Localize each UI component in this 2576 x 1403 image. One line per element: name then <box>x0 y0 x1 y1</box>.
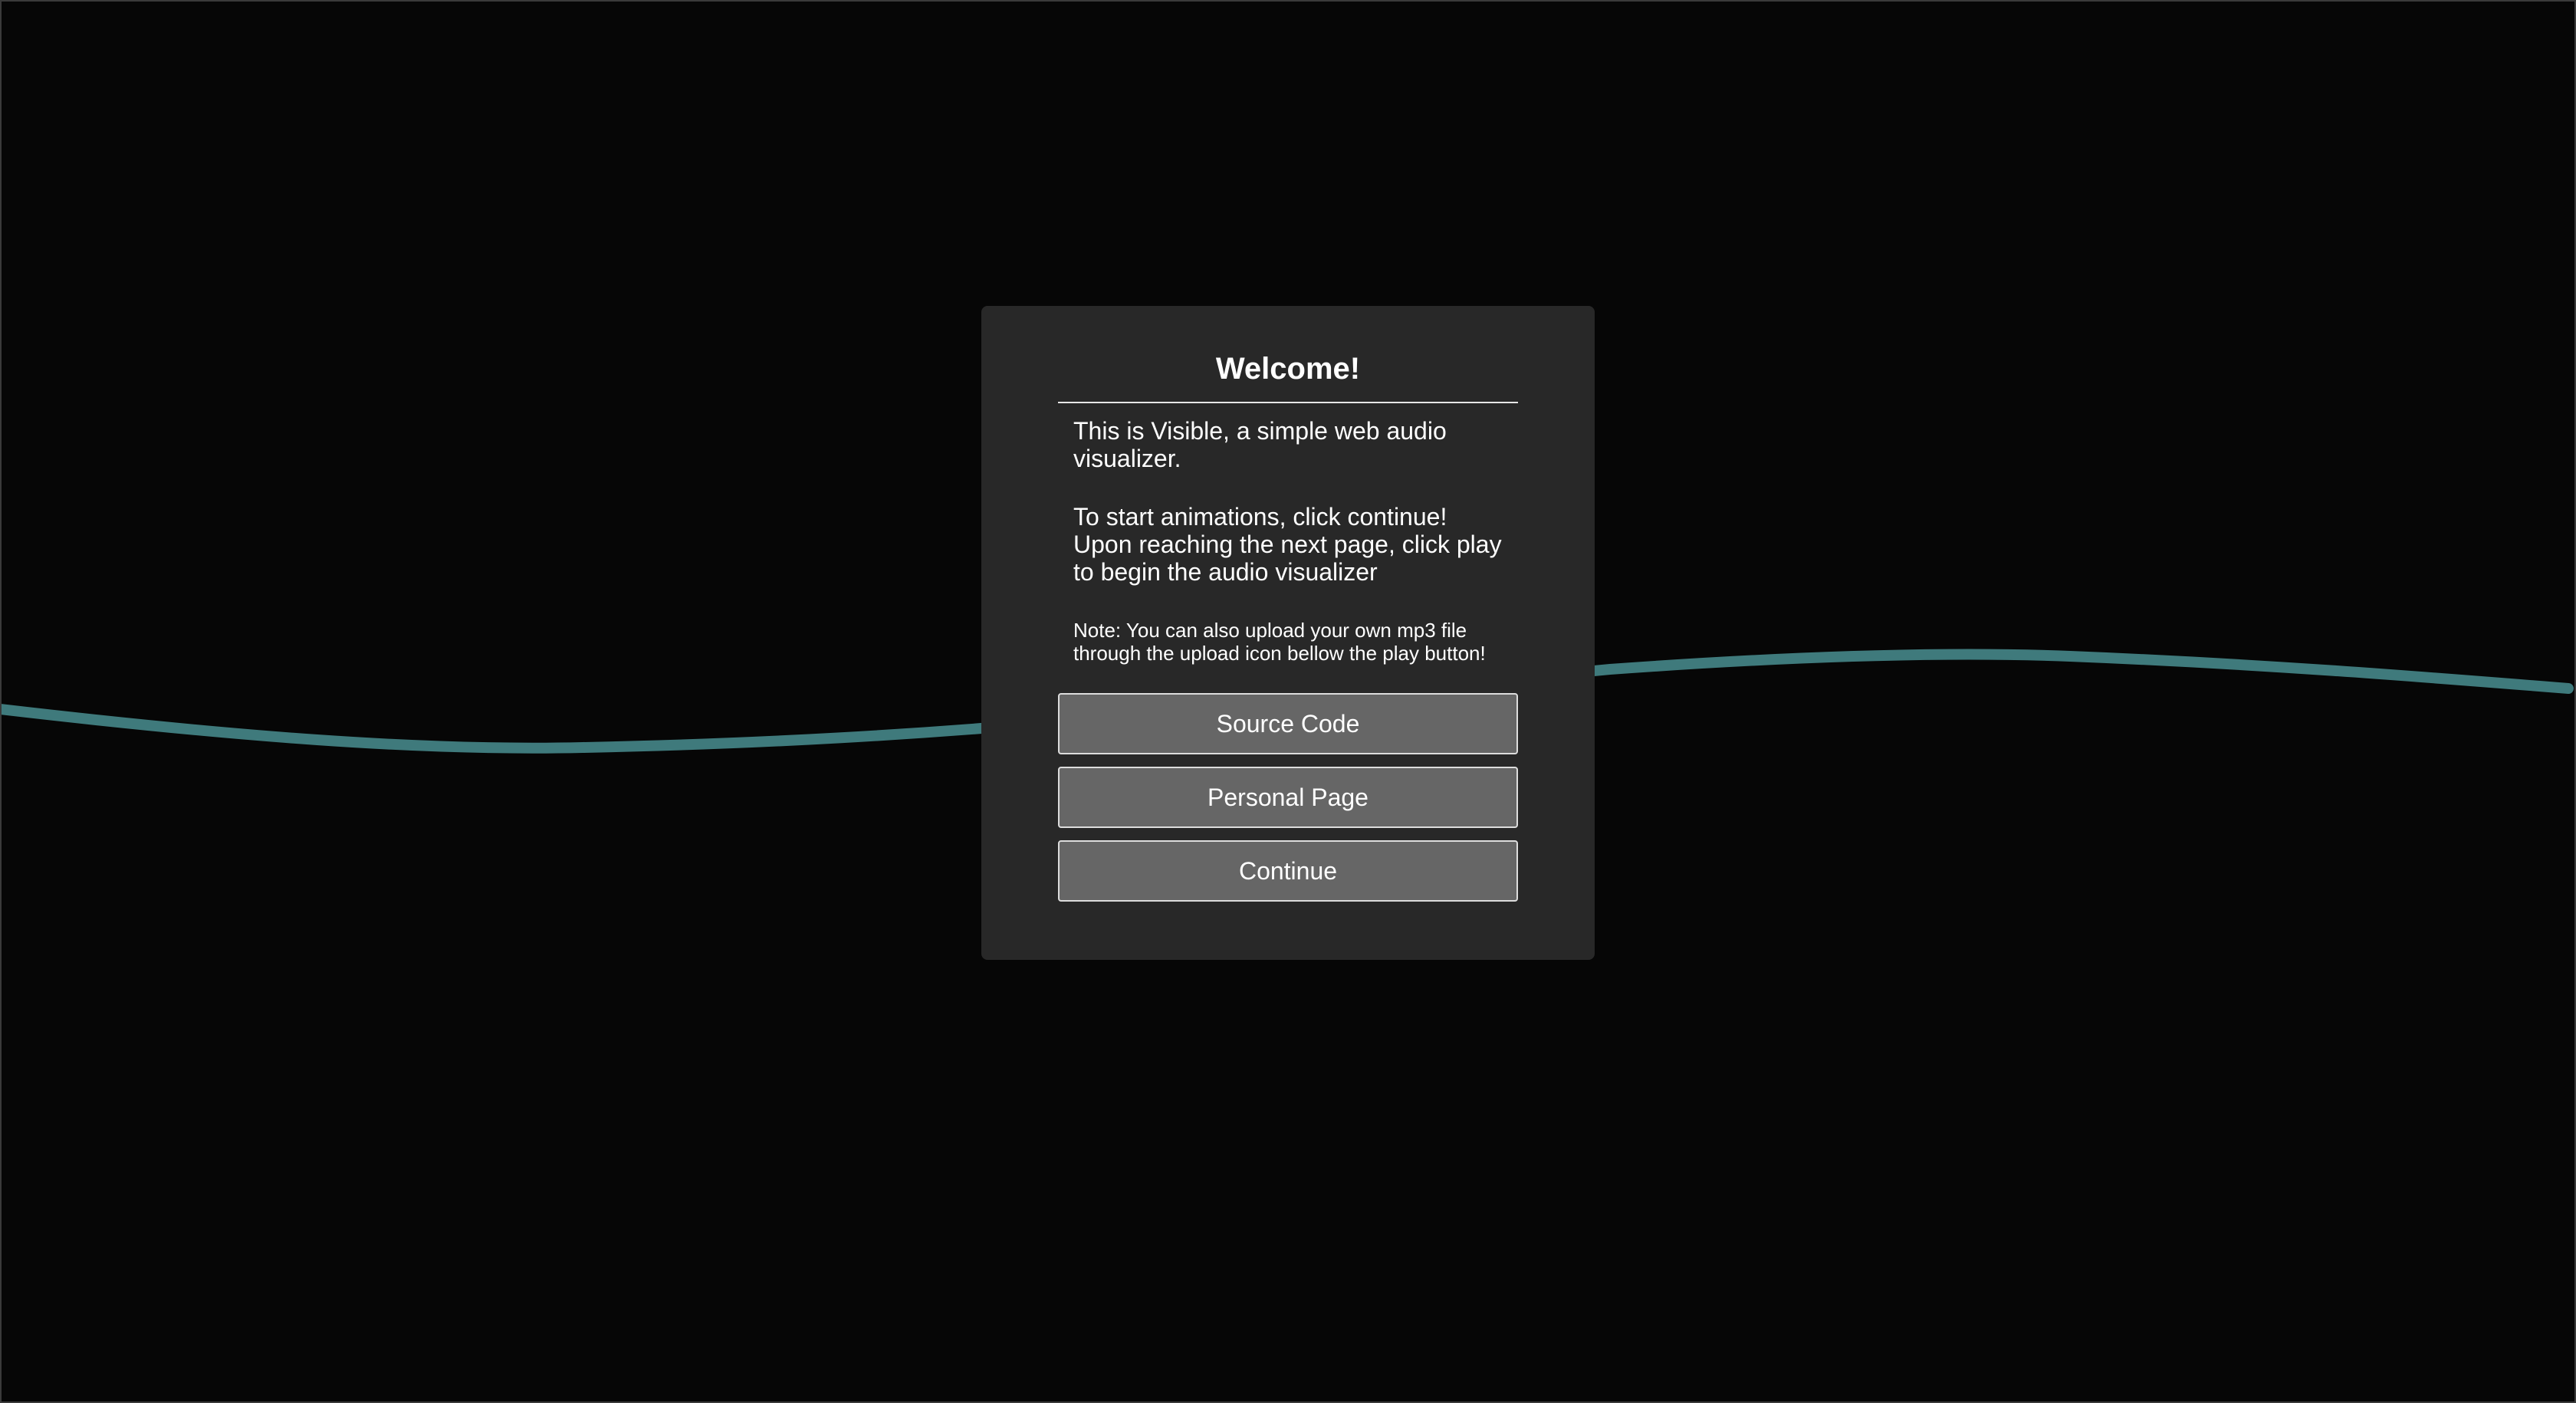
intro-text: This is Visible, a simple web audio visu… <box>1073 417 1447 472</box>
instructions-line-2: Upon reaching the next page, click play … <box>1073 531 1502 586</box>
title-divider <box>1058 402 1518 403</box>
instructions-line-1: To start animations, click continue! <box>1073 503 1447 531</box>
dialog-body: This is Visible, a simple web audio visu… <box>1073 417 1510 586</box>
dialog-title: Welcome! <box>1215 352 1361 386</box>
continue-button[interactable]: Continue <box>1058 840 1518 902</box>
source-code-button[interactable]: Source Code <box>1058 693 1518 754</box>
personal-page-button[interactable]: Personal Page <box>1058 767 1518 828</box>
welcome-dialog: Welcome! This is Visible, a simple web a… <box>981 306 1595 960</box>
upload-note: Note: You can also upload your own mp3 f… <box>1073 619 1486 665</box>
